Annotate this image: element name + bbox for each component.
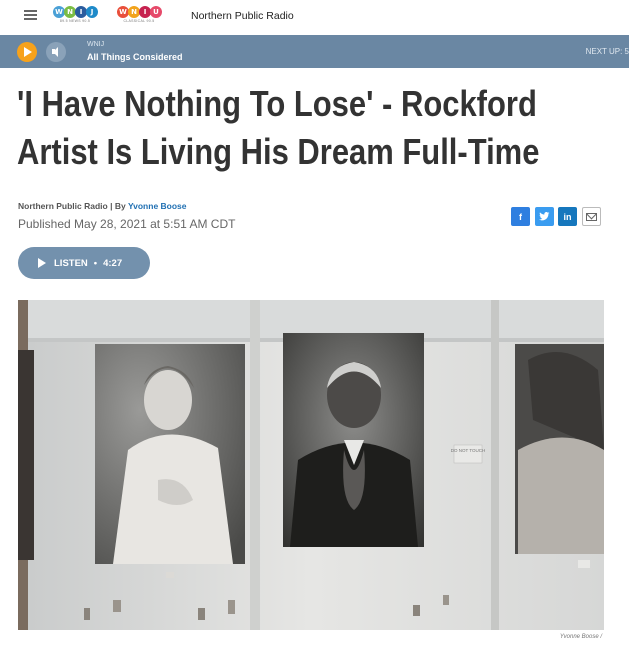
audio-player-bar: WNIJ All Things Considered NEXT UP: 5 — [0, 35, 629, 68]
published-date: Published May 28, 2021 at 5:51 AM CDT — [18, 217, 236, 231]
article-photo: DO NOT TOUCH — [18, 300, 604, 630]
listen-separator: • — [93, 257, 98, 269]
logo-letter: U — [150, 6, 162, 18]
volume-icon[interactable] — [46, 42, 66, 62]
player-program[interactable]: All Things Considered — [87, 52, 183, 62]
headline-line-2: Artist Is Living His Dream Full-Time — [17, 131, 540, 172]
byline-by: | By — [110, 201, 126, 211]
headline-line-1: 'I Have Nothing To Lose' - Rockford — [17, 83, 537, 124]
menu-icon[interactable] — [24, 10, 37, 21]
author-link[interactable]: Yvonne Boose — [128, 201, 187, 211]
facebook-share-icon[interactable]: f — [511, 207, 530, 226]
station-name-link[interactable]: Northern Public Radio — [191, 10, 294, 22]
page-title: 'I Have Nothing To Lose' - Rockford Arti… — [17, 80, 617, 180]
play-icon[interactable] — [17, 42, 37, 62]
byline: Northern Public Radio | By Yvonne Boose — [18, 201, 187, 211]
listen-duration: 4:27 — [103, 257, 123, 269]
twitter-share-icon[interactable] — [535, 207, 554, 226]
gallery-wall-illustration: DO NOT TOUCH — [18, 300, 604, 630]
email-share-icon[interactable] — [582, 207, 601, 226]
top-navigation: W N I J 89.5 NEWS 90.5 W N I U CLASSICAL… — [0, 0, 629, 35]
logo-letter: J — [86, 6, 98, 18]
logo-subtitle: 89.5 NEWS 90.5 — [59, 19, 91, 23]
logo-subtitle: CLASSICAL 90.5 — [123, 19, 155, 23]
next-up-label[interactable]: NEXT UP: 5 — [586, 47, 629, 56]
linkedin-share-icon[interactable]: in — [558, 207, 577, 226]
listen-label: LISTEN — [54, 257, 88, 269]
do-not-touch-sign: DO NOT TOUCH — [451, 448, 486, 453]
player-station: WNIJ — [87, 41, 105, 48]
play-icon — [38, 258, 46, 268]
wnij-logo[interactable]: W N I J 89.5 NEWS 90.5 — [53, 6, 98, 28]
photo-credit: Yvonne Boose / — [559, 634, 602, 640]
listen-button[interactable]: LISTEN • 4:27 — [18, 247, 150, 279]
wniu-logo[interactable]: W N I U CLASSICAL 90.5 — [117, 6, 162, 28]
byline-source[interactable]: Northern Public Radio — [18, 201, 108, 211]
